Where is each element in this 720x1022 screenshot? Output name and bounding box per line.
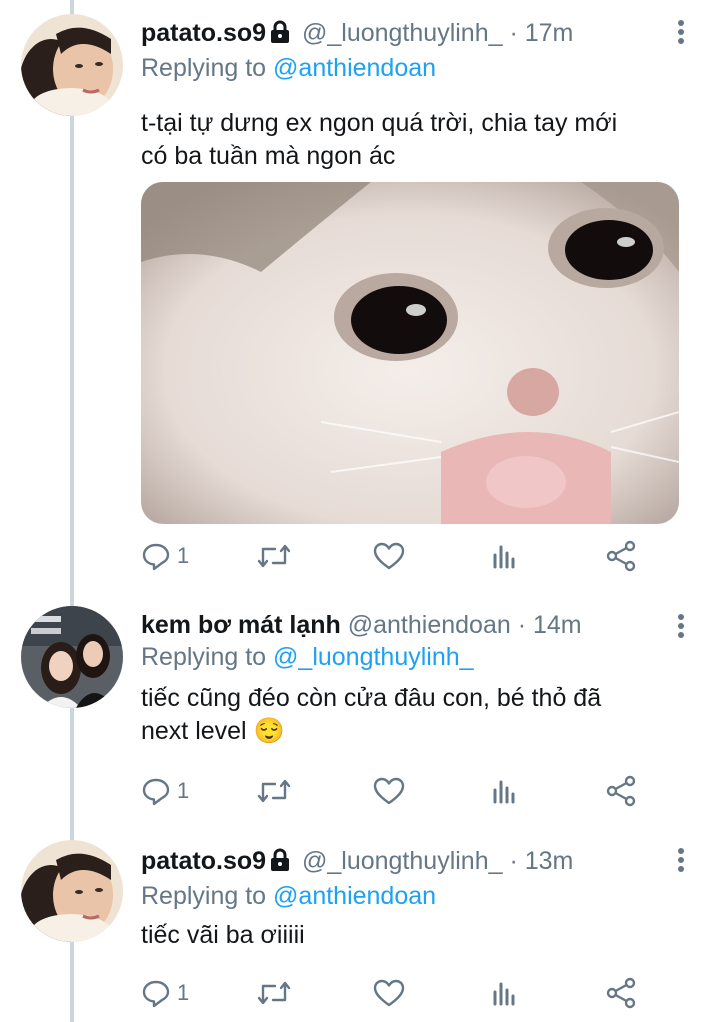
share-button[interactable] (605, 975, 637, 1011)
timestamp[interactable]: · 14m (518, 611, 582, 639)
handle[interactable]: @_luongthuylinh_ (302, 847, 503, 875)
avatar[interactable] (21, 14, 123, 116)
tweet-text: tiếc cũng đéo còn cửa đâu con, bé thỏ đã… (141, 682, 696, 748)
retweet-icon (257, 981, 291, 1005)
mention-link[interactable]: @anthiendoan (273, 882, 436, 910)
avatar-image (21, 840, 123, 942)
tweet-text-line: next level 😌 (141, 717, 285, 745)
share-button[interactable] (605, 538, 637, 574)
tweet-header: kem bơ mát lạnh @anthiendoan · 14m (141, 610, 696, 640)
timestamp[interactable]: · 17m (509, 19, 573, 47)
heart-icon (373, 979, 405, 1007)
replying-to: Replying to @_luongthuylinh_ (141, 640, 696, 674)
tweet-actions: 1 (141, 773, 641, 809)
retweet-button[interactable] (257, 975, 291, 1011)
tweet-actions: 1 (141, 975, 641, 1011)
replying-label: Replying to (141, 54, 267, 82)
tweet-1[interactable]: patato.so9 @_luongthuylinh_ · 17m Replyi… (0, 0, 720, 590)
tweet-text-line: có ba tuần mà ngon ác (141, 142, 396, 170)
tweet-actions: 1 (141, 538, 641, 574)
analytics-icon (493, 780, 515, 804)
analytics-icon (493, 982, 515, 1006)
reply-button[interactable]: 1 (141, 773, 189, 809)
tweet-header: patato.so9 @_luongthuylinh_ · 13m (141, 846, 696, 879)
like-button[interactable] (373, 773, 405, 809)
reply-button[interactable]: 1 (141, 975, 189, 1011)
mention-link[interactable]: @_luongthuylinh_ (273, 643, 474, 671)
tweet-3[interactable]: patato.so9 @_luongthuylinh_ · 13m Replyi… (0, 826, 720, 1022)
avatar-image (21, 606, 123, 708)
share-icon (606, 775, 636, 807)
reply-icon (142, 980, 170, 1008)
reply-count: 1 (177, 778, 190, 803)
replying-label: Replying to (141, 882, 267, 910)
tweet-text: tiếc vãi ba ơiiiii (141, 919, 696, 952)
analytics-icon (493, 545, 515, 569)
heart-icon (373, 777, 405, 805)
reply-icon (142, 778, 170, 806)
reply-button[interactable]: 1 (141, 538, 189, 574)
avatar[interactable] (21, 606, 123, 708)
share-button[interactable] (605, 773, 637, 809)
display-name[interactable]: patato.so9 (141, 19, 266, 47)
tweet-text-line: tiếc vãi ba ơiiiii (141, 921, 305, 949)
reply-count: 1 (177, 543, 190, 568)
retweet-icon (257, 544, 291, 568)
like-button[interactable] (373, 975, 405, 1011)
heart-icon (373, 542, 405, 570)
replying-label: Replying to (141, 643, 267, 671)
lock-icon (269, 20, 291, 51)
retweet-button[interactable] (257, 773, 291, 809)
avatar[interactable] (21, 840, 123, 942)
tweet-text: t-tại tự dưng ex ngon quá trời, chia tay… (141, 107, 696, 173)
tweet-text-line: tiếc cũng đéo còn cửa đâu con, bé thỏ đã (141, 684, 602, 712)
display-name[interactable]: patato.so9 (141, 847, 266, 875)
share-icon (606, 540, 636, 572)
replying-to: Replying to @anthiendoan (141, 879, 696, 913)
analytics-button[interactable] (491, 773, 519, 809)
tweet-text-line: t-tại tự dưng ex ngon quá trời, chia tay… (141, 109, 618, 137)
like-button[interactable] (373, 538, 405, 574)
replying-to: Replying to @anthiendoan (141, 51, 696, 85)
tweet-2[interactable]: kem bơ mát lạnh @anthiendoan · 14m Reply… (0, 590, 720, 822)
reply-count: 1 (177, 980, 190, 1005)
handle[interactable]: @_luongthuylinh_ (302, 19, 503, 47)
handle[interactable]: @anthiendoan (348, 611, 511, 639)
display-name[interactable]: kem bơ mát lạnh (141, 611, 341, 639)
lock-icon (269, 848, 291, 879)
retweet-icon (257, 779, 291, 803)
timestamp[interactable]: · 13m (509, 847, 573, 875)
mention-link[interactable]: @anthiendoan (273, 54, 436, 82)
analytics-button[interactable] (491, 538, 519, 574)
analytics-button[interactable] (491, 975, 519, 1011)
attached-image-crying-cat[interactable] (141, 182, 679, 524)
tweet-header: patato.so9 @_luongthuylinh_ · 17m (141, 18, 696, 51)
avatar-image (21, 14, 123, 116)
share-icon (606, 977, 636, 1009)
retweet-button[interactable] (257, 538, 291, 574)
reply-icon (142, 543, 170, 571)
